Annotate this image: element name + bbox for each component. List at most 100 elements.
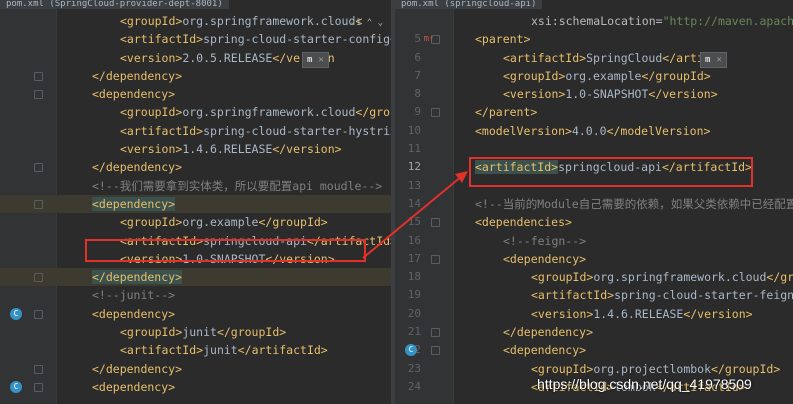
fold-icon[interactable] xyxy=(431,328,440,338)
maven-run-icon[interactable]: C xyxy=(10,380,22,393)
code-text: <dependency> xyxy=(475,341,586,359)
fold-icon[interactable] xyxy=(431,254,440,264)
code-token: <groupId> xyxy=(120,325,183,340)
maven-run-icon[interactable]: C xyxy=(10,307,22,320)
chevron-up-icon[interactable]: ⌃ xyxy=(367,18,372,28)
left-editor-pane[interactable]: pom.xml (SpringCloud-provider-dept-8001)… xyxy=(0,0,391,404)
code-line[interactable]: <groupId>org.springframework.cloud</grou… xyxy=(0,103,391,121)
code-line[interactable]: <artifactId>junit</artifactId> xyxy=(0,341,391,359)
fold-icon[interactable] xyxy=(34,90,43,100)
code-token: <version> xyxy=(120,142,183,157)
code-token: 1.4.6.RELEASE xyxy=(593,306,684,321)
close-icon[interactable]: ✕ xyxy=(716,55,721,65)
right-editor-pane[interactable]: pom.xml (springcloud-api) xsi:schemaLoca… xyxy=(395,0,793,404)
code-token: <dependency> xyxy=(92,306,176,321)
maven-reload-popup[interactable]: m ✕ xyxy=(302,52,329,68)
fold-icon[interactable] xyxy=(34,71,43,81)
code-text: </dependency> xyxy=(475,323,593,341)
code-line[interactable]: 15 <dependencies> xyxy=(395,213,793,231)
code-line[interactable]: 20 <version>1.4.6.RELEASE</version> xyxy=(395,305,793,323)
code-token: </version> xyxy=(648,87,718,102)
inspection-widget[interactable]: ✓1 ⌃ ⌄ xyxy=(350,18,383,28)
code-line[interactable]: <!--junit--> xyxy=(0,286,391,304)
override-icon[interactable]: m↑ xyxy=(423,33,435,45)
code-line[interactable]: 8 <version>1.0-SNAPSHOT</version> xyxy=(395,85,793,103)
code-token: </dependency> xyxy=(92,68,183,83)
code-line[interactable]: 6 <artifactId>SpringCloud</artif xyxy=(395,49,793,67)
line-number: 17 xyxy=(407,251,421,265)
code-token: <groupId> xyxy=(120,105,183,120)
chevron-down-icon[interactable]: ⌄ xyxy=(378,18,383,28)
code-text: </dependency> xyxy=(64,67,182,85)
code-line[interactable]: 5 m↑ <parent> xyxy=(395,30,793,48)
code-token: junit xyxy=(182,325,217,340)
code-line[interactable]: 7 <groupId>org.example</groupId> xyxy=(395,67,793,85)
code-line[interactable]: <dependency> xyxy=(0,85,391,103)
code-line[interactable]: 9 </parent> xyxy=(395,103,793,121)
line-number: 7 xyxy=(414,68,421,82)
maven-reload-popup-right[interactable]: m ✕ xyxy=(700,52,727,68)
code-line[interactable]: xsi:schemaLocation="http://maven.apache.… xyxy=(395,12,793,30)
code-line[interactable]: <version>2.0.5.RELEASE</version xyxy=(0,49,391,67)
fold-icon[interactable] xyxy=(34,199,43,209)
code-token: <dependency> xyxy=(92,379,176,394)
code-line[interactable]: C <dependency> xyxy=(0,378,391,396)
code-line[interactable]: 18 <groupId>org.springframework.cloud</gr… xyxy=(395,268,793,286)
code-text: <parent> xyxy=(475,30,530,48)
fold-icon[interactable] xyxy=(34,163,43,173)
line-number: 8 xyxy=(414,87,421,101)
code-token: 1.0-SNAPSHOT xyxy=(565,87,649,102)
code-token: </grou xyxy=(766,270,793,285)
code-text: <dependency> xyxy=(475,250,586,268)
code-token: spring-cloud-starter-feign xyxy=(614,288,793,303)
code-token: <groupId> xyxy=(120,14,183,28)
code-line[interactable]: 22C<dependency> xyxy=(395,341,793,359)
fold-icon[interactable] xyxy=(34,364,43,374)
code-line[interactable]: </dependency> xyxy=(0,268,391,287)
close-icon[interactable]: ✕ xyxy=(318,55,323,65)
line-number: 12 xyxy=(407,160,421,174)
code-line[interactable]: 11 xyxy=(395,140,793,158)
code-line[interactable]: <!--我们需要拿到实体类，所以要配置api moudle--> xyxy=(0,177,391,195)
code-line[interactable]: <groupId>org.springframework.cloud< xyxy=(0,12,391,30)
code-text: <dependency> xyxy=(64,378,175,396)
right-code-lines: xsi:schemaLocation="http://maven.apache.… xyxy=(395,12,793,396)
code-token: junit xyxy=(203,343,238,358)
code-line[interactable]: 19 <artifactId>spring-cloud-starter-feign… xyxy=(395,286,793,304)
code-line[interactable]: </dependency> xyxy=(0,67,391,85)
right-file-tab[interactable]: pom.xml (springcloud-api) xyxy=(395,0,543,9)
fold-icon[interactable] xyxy=(34,382,43,392)
watermark: https://blog.csdn.net/qq_41978509 xyxy=(537,376,752,392)
fold-icon[interactable] xyxy=(431,108,440,118)
code-token: </version> xyxy=(683,306,753,321)
code-line[interactable]: <groupId>org.example</groupId> xyxy=(0,213,391,231)
code-token: 1.4.6.RELEASE xyxy=(182,142,273,157)
code-token: <groupId> xyxy=(531,361,594,376)
code-text: <!--feign--> xyxy=(475,232,586,250)
code-line[interactable]: 17 <dependency> xyxy=(395,250,793,268)
left-file-tab[interactable]: pom.xml (SpringCloud-provider-dept-8001) xyxy=(0,0,229,9)
code-line[interactable]: C <dependency> xyxy=(0,305,391,323)
code-text: <artifactId>spring-cloud-starter-feign</ xyxy=(475,286,793,304)
fold-icon[interactable] xyxy=(431,346,440,356)
code-line[interactable]: 14 <!--当前的Module自己需要的依赖，如果父类依赖中已经配置 xyxy=(395,195,793,213)
line-number: 18 xyxy=(407,270,421,284)
code-line[interactable]: </dependency> xyxy=(0,360,391,378)
code-line[interactable]: <version>1.4.6.RELEASE</version> xyxy=(0,140,391,158)
fold-icon[interactable] xyxy=(34,309,43,319)
code-token: <dependency> xyxy=(503,251,587,266)
code-text: <modelVersion>4.0.0</modelVersion> xyxy=(475,122,710,140)
code-line[interactable]: 16 <!--feign--> xyxy=(395,232,793,250)
code-line[interactable]: <dependency> xyxy=(0,194,391,214)
code-line[interactable]: </dependency> xyxy=(0,158,391,176)
code-text: <artifactId>junit</artifactId> xyxy=(64,341,328,359)
code-line[interactable]: <groupId>junit</groupId> xyxy=(0,323,391,341)
code-line[interactable]: 21 </dependency> xyxy=(395,323,793,341)
code-line[interactable]: 10 <modelVersion>4.0.0</modelVersion> xyxy=(395,122,793,140)
fold-icon[interactable] xyxy=(34,273,43,283)
fold-icon[interactable] xyxy=(431,218,440,228)
code-token: </groupId> xyxy=(216,325,287,340)
code-token: <artifactId> xyxy=(120,32,204,47)
code-line[interactable]: <artifactId>spring-cloud-starter-config<… xyxy=(0,30,391,48)
code-line[interactable]: <artifactId>spring-cloud-starter-hystrix… xyxy=(0,122,391,140)
